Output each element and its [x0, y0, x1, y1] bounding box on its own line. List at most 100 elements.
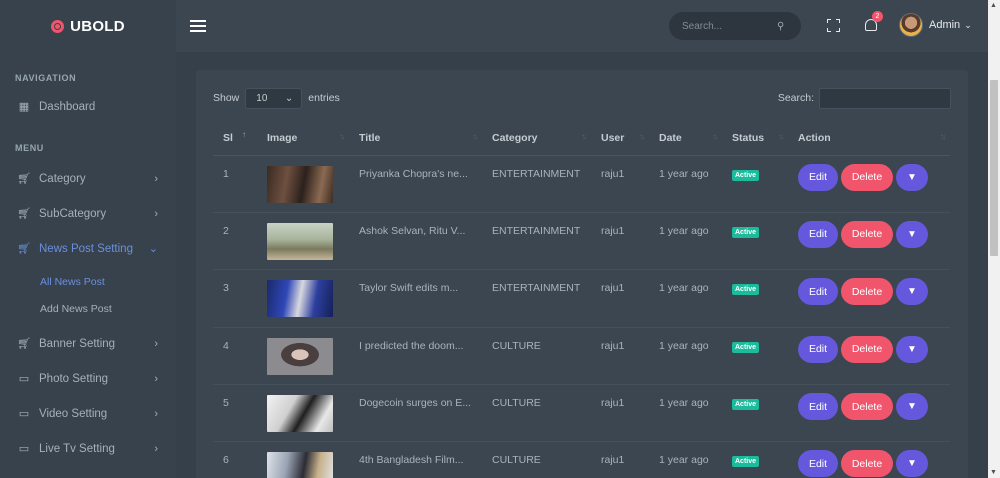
cell-image	[257, 327, 349, 386]
delete-button[interactable]: Delete	[841, 393, 893, 421]
column-header-sl[interactable]: Sl ↑	[213, 122, 257, 156]
sidebar-item-subcategory[interactable]: 🛒︎ SubCategory ›	[0, 196, 176, 231]
nav-section-title: NAVIGATION	[15, 73, 77, 83]
cell-user: raju1	[591, 155, 649, 213]
scrollbar-thumb[interactable]	[990, 80, 998, 256]
news-thumbnail[interactable]	[267, 280, 333, 318]
page-scrollbar[interactable]: ▲ ▼	[988, 0, 1000, 478]
sidebar-item-banner-setting[interactable]: 🛒︎ Banner Setting ›	[0, 326, 176, 361]
column-header-image[interactable]: Image ↑↓	[257, 122, 349, 156]
status-badge: Active	[732, 226, 760, 238]
sidebar-item-label: Photo Setting	[39, 372, 109, 385]
table-search-input[interactable]	[819, 87, 951, 109]
cell-status: Active	[722, 155, 788, 213]
thumbs-down-icon[interactable]: ▼	[896, 450, 928, 478]
column-header-category[interactable]: Category ↑↓	[482, 122, 591, 156]
search-icon[interactable]: ⚲	[777, 21, 784, 32]
thumbs-down-icon[interactable]: ▼	[896, 163, 928, 191]
cell-title: Priyanka Chopra's ne...	[349, 155, 482, 213]
brand-logo[interactable]: UBOLD	[0, 0, 176, 52]
chevron-right-icon: ›	[154, 407, 158, 420]
column-header-user[interactable]: User ↑↓	[591, 122, 649, 156]
cell-action: Edit Delete ▼	[788, 441, 950, 478]
cell-date: 1 year ago	[649, 212, 722, 271]
edit-button[interactable]: Edit	[798, 393, 838, 421]
cell-user: raju1	[591, 212, 649, 271]
chevron-down-icon: ⌄	[964, 19, 972, 30]
cell-date: 1 year ago	[649, 441, 722, 478]
cell-category: CULTURE	[482, 327, 591, 386]
status-badge: Active	[732, 169, 760, 181]
cell-action: Edit Delete ▼	[788, 155, 950, 213]
thumbs-down-icon[interactable]: ▼	[896, 335, 928, 363]
edit-button[interactable]: Edit	[798, 220, 838, 248]
sidebar-item-photo-setting[interactable]: ▭ Photo Setting ›	[0, 361, 176, 396]
fullscreen-icon[interactable]	[827, 19, 840, 32]
sidebar-item-category[interactable]: 🛒︎ Category ›	[0, 161, 176, 196]
delete-button[interactable]: Delete	[841, 335, 893, 363]
cell-title: Dogecoin surges on E...	[349, 384, 482, 443]
chevron-right-icon: ›	[154, 372, 158, 385]
thumbs-down-icon[interactable]: ▼	[896, 278, 928, 306]
cart-icon: 🛒︎	[17, 173, 31, 185]
news-thumbnail[interactable]	[267, 452, 333, 478]
delete-button[interactable]: Delete	[841, 163, 893, 191]
column-header-status[interactable]: Status ↑↓	[722, 122, 788, 156]
table-row: 2 Ashok Selvan, Ritu V... ENTERTAINMENT …	[213, 212, 950, 271]
cell-title: Taylor Swift edits m...	[349, 269, 482, 328]
cell-date: 1 year ago	[649, 384, 722, 443]
cell-user: raju1	[591, 327, 649, 386]
sidebar-item-news-post-setting[interactable]: 🛒︎ News Post Setting ⌄	[0, 231, 176, 266]
status-badge: Active	[732, 341, 760, 353]
news-thumbnail[interactable]	[267, 395, 333, 433]
page-length-select[interactable]: 10 ⌄	[245, 87, 303, 109]
user-menu[interactable]: Admin ⌄	[899, 13, 972, 37]
sidebar-item-dashboard[interactable]: ▦ Dashboard	[0, 89, 176, 124]
sidebar-subitem-all-news-post[interactable]: All News Post	[0, 268, 176, 295]
news-thumbnail[interactable]	[267, 165, 333, 203]
sidebar-item-live-tv-setting[interactable]: ▭ Live Tv Setting ›	[0, 431, 176, 466]
sidebar-item-label: Video Setting	[39, 407, 108, 420]
cell-user: raju1	[591, 441, 649, 478]
column-header-action[interactable]: Action ↑↓	[788, 122, 950, 156]
sidebar-subitem-add-news-post[interactable]: Add News Post	[0, 295, 176, 322]
cell-title: Ashok Selvan, Ritu V...	[349, 212, 482, 271]
status-badge: Active	[732, 399, 760, 411]
news-post-card: Show 10 ⌄ entries Search: Sl ↑ Image ↑↓ Ti…	[196, 70, 968, 478]
news-thumbnail[interactable]	[267, 337, 333, 375]
news-thumbnail[interactable]	[267, 222, 333, 260]
edit-button[interactable]: Edit	[798, 335, 838, 363]
cell-sl: 2	[213, 212, 257, 271]
page-length-value: 10	[256, 92, 268, 104]
edit-button[interactable]: Edit	[798, 278, 838, 306]
delete-button[interactable]: Delete	[841, 450, 893, 478]
search-input[interactable]	[682, 20, 777, 32]
sidebar-item-video-setting[interactable]: ▭ Video Setting ›	[0, 396, 176, 431]
cell-action: Edit Delete ▼	[788, 384, 950, 443]
cell-title: I predicted the doom...	[349, 327, 482, 386]
cell-status: Active	[722, 269, 788, 328]
sidebar-item-label: Dashboard	[39, 100, 96, 113]
scroll-up-arrow-icon[interactable]: ▲	[990, 2, 997, 9]
edit-button[interactable]: Edit	[798, 450, 838, 478]
delete-button[interactable]: Delete	[841, 220, 893, 248]
cell-image	[257, 212, 349, 271]
menu-toggle-icon[interactable]	[190, 17, 206, 35]
scroll-down-arrow-icon[interactable]: ▼	[990, 469, 997, 476]
notification-bell-icon[interactable]: 2	[864, 11, 883, 34]
table-search: Search:	[778, 87, 951, 109]
entries-label: entries	[308, 92, 340, 104]
delete-button[interactable]: Delete	[841, 278, 893, 306]
thumbs-down-icon[interactable]: ▼	[896, 220, 928, 248]
column-header-title[interactable]: Title ↑↓	[349, 122, 482, 156]
image-icon: ▭	[18, 408, 30, 420]
thumbs-down-icon[interactable]: ▼	[896, 393, 928, 421]
edit-button[interactable]: Edit	[798, 163, 838, 191]
cell-image	[257, 384, 349, 443]
show-label: Show	[213, 92, 240, 104]
table-controls: Show 10 ⌄ entries Search:	[213, 87, 951, 109]
cart-icon: 🛒︎	[17, 338, 31, 350]
sidebar-item-label: Banner Setting	[39, 337, 116, 350]
image-icon: ▭	[18, 373, 30, 385]
column-header-date[interactable]: Date ↑↓	[649, 122, 722, 156]
